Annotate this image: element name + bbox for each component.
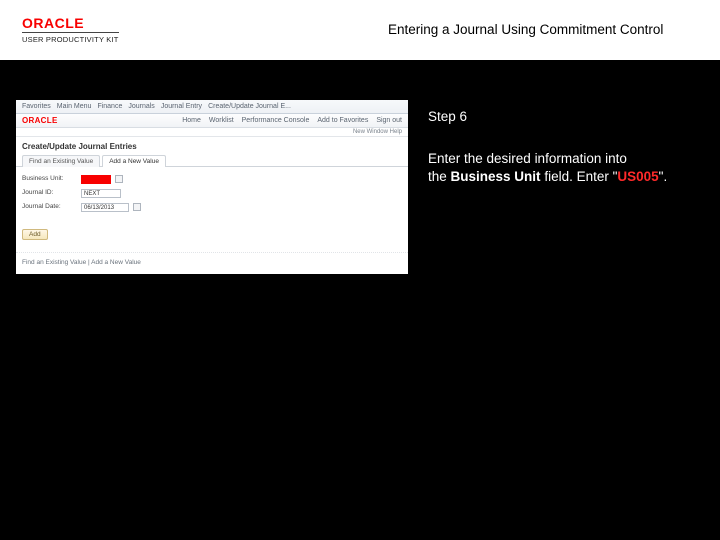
step-label: Step 6 (428, 108, 698, 126)
tab-row: Find an Existing Value Add a New Value (16, 154, 408, 167)
crumb[interactable]: Main Menu (57, 103, 92, 110)
enter-value: US005 (617, 169, 658, 184)
breadcrumb-bar: Favorites Main Menu Finance Journals Jou… (16, 100, 408, 114)
crumb[interactable]: Journals (128, 103, 154, 110)
header-band: ORACLE USER PRODUCTIVITY KIT Entering a … (0, 0, 720, 60)
crumb[interactable]: Journal Entry (161, 103, 202, 110)
page-heading: Create/Update Journal Entries (16, 137, 408, 154)
crumb[interactable]: Favorites (22, 103, 51, 110)
page-title: Entering a Journal Using Commitment Cont… (388, 22, 663, 37)
util-strip: New Window Help (16, 128, 408, 137)
brand-word: ORACLE (22, 16, 119, 30)
footer-links[interactable]: Find an Existing Value | Add a New Value (16, 252, 408, 274)
instruction-panel: Step 6 Enter the desired information int… (428, 108, 698, 187)
instruction-text: Enter the desired information into the B… (428, 150, 698, 186)
header-bar: ORACLE Home Worklist Performance Console… (16, 114, 408, 128)
brand-logo: ORACLE USER PRODUCTIVITY KIT (22, 16, 119, 44)
tab-add-new[interactable]: Add a New Value (102, 155, 166, 167)
nav-link[interactable]: Sign out (376, 117, 402, 124)
app-screenshot: Favorites Main Menu Finance Journals Jou… (16, 100, 408, 274)
bu-label: Business Unit: (22, 173, 77, 185)
journal-date-input[interactable]: 06/13/2013 (81, 203, 129, 212)
app-brand: ORACLE (22, 116, 58, 125)
nav-link[interactable]: Home (182, 117, 201, 124)
crumb[interactable]: Finance (97, 103, 122, 110)
lookup-icon[interactable] (115, 175, 123, 183)
crumb[interactable]: Create/Update Journal E... (208, 103, 291, 110)
nav-link[interactable]: Worklist (209, 117, 234, 124)
nav-link[interactable]: Add to Favorites (317, 117, 368, 124)
add-button[interactable]: Add (22, 229, 48, 240)
journal-id-input[interactable]: NEXT (81, 189, 121, 198)
field-name: Business Unit (451, 169, 541, 184)
calendar-icon[interactable] (133, 203, 141, 211)
form-area: Business Unit: Journal ID: NEXT Journal … (16, 167, 408, 221)
nav-link[interactable]: Performance Console (242, 117, 310, 124)
brand-sub: USER PRODUCTIVITY KIT (22, 32, 119, 44)
jid-label: Journal ID: (22, 187, 77, 199)
jdate-label: Journal Date: (22, 201, 77, 213)
business-unit-input[interactable] (81, 175, 111, 184)
tab-existing[interactable]: Find an Existing Value (22, 155, 100, 167)
